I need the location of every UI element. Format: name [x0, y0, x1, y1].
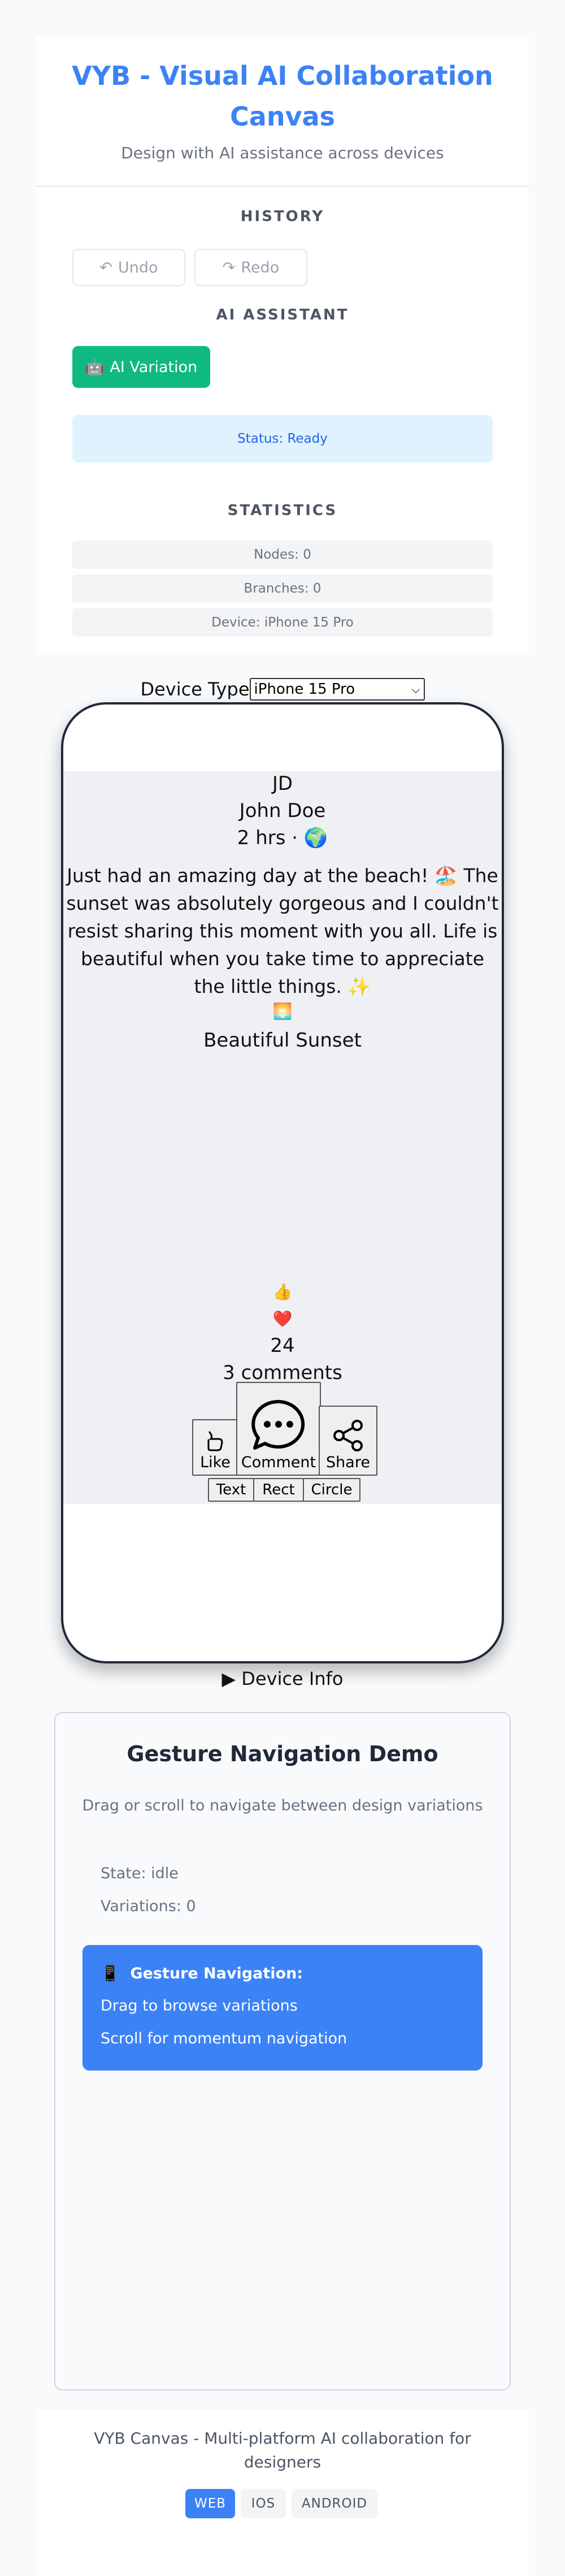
app-footer: VYB Canvas - Multi-platform AI collabora…: [36, 2410, 529, 2576]
stat-device: Device: iPhone 15 Pro: [72, 608, 493, 637]
footer-text: VYB Canvas - Multi-platform AI collabora…: [94, 2429, 471, 2471]
platform-android-button[interactable]: ANDROID: [292, 2489, 377, 2518]
phone-frame: JD John Doe 2 hrs · 🌍 Just had an amazin…: [61, 702, 504, 1663]
tool-text-button[interactable]: Text: [208, 1478, 254, 1502]
ai-variation-label: AI Variation: [110, 358, 198, 376]
share-button[interactable]: Share: [319, 1406, 377, 1476]
comment-label: Comment: [241, 1454, 316, 1471]
ai-section-title: AI ASSISTANT: [216, 306, 349, 323]
stat-nodes: Nodes: 0: [72, 541, 493, 569]
device-type-row: Device Type iPhone 15 Pro ⌵: [0, 676, 565, 702]
undo-button[interactable]: ↶ Undo: [72, 249, 185, 286]
tool-circle-button[interactable]: Circle: [303, 1478, 360, 1502]
reaction-count: 24: [270, 1334, 295, 1357]
like-button[interactable]: Like: [192, 1419, 238, 1476]
gesture-box-line-2: Scroll for momentum navigation: [101, 2030, 347, 2047]
redo-icon: ↷: [222, 258, 236, 276]
post-actions: Like Comment Share: [63, 1382, 502, 1476]
gesture-state: State: idle: [101, 1865, 179, 1882]
page-title: VYB - Visual AI Collaboration Canvas: [72, 60, 493, 132]
gesture-info-box: 📱 Gesture Navigation: Drag to browse var…: [82, 1945, 483, 2071]
platform-ios-button[interactable]: IOS: [241, 2489, 286, 2518]
like-label: Like: [200, 1454, 231, 1471]
avatar: JD: [272, 772, 293, 795]
comments-count[interactable]: 3 comments: [63, 1362, 502, 1384]
image-caption: Beautiful Sunset: [203, 1029, 362, 1052]
post-meta: 2 hrs · 🌍: [237, 827, 328, 849]
undo-icon: ↶: [99, 258, 113, 276]
thumbs-up-icon: 👍: [272, 1282, 293, 1301]
tool-rect-button[interactable]: Rect: [253, 1478, 304, 1502]
gesture-title: Gesture Navigation Demo: [127, 1741, 438, 1766]
undo-label: Undo: [118, 258, 158, 276]
history-section-title: HISTORY: [240, 208, 325, 225]
stat-branches: Branches: 0: [72, 574, 493, 603]
share-label: Share: [326, 1454, 370, 1471]
chevron-down-icon: ⌵: [411, 682, 420, 696]
gesture-demo-card[interactable]: Gesture Navigation Demo Drag or scroll t…: [54, 1712, 511, 2391]
phone-screen: JD John Doe 2 hrs · 🌍 Just had an amazin…: [63, 771, 502, 1504]
post-text: Just had an amazing day at the beach! 🏖️…: [66, 865, 499, 997]
device-type-select[interactable]: iPhone 15 Pro ⌵: [249, 678, 425, 701]
device-type-selected: iPhone 15 Pro: [254, 681, 355, 698]
sunset-image-icon: 🌅: [272, 1002, 293, 1021]
page-subtitle: Design with AI assistance across devices: [121, 144, 444, 162]
comment-icon: [251, 1399, 305, 1450]
statistics-section-title: STATISTICS: [227, 502, 338, 519]
device-info-toggle[interactable]: ▶ Device Info: [0, 1668, 565, 1689]
status-message: Status: Ready: [72, 415, 493, 463]
toolbar-panel: HISTORY ↶ Undo ↷ Redo AI ASSISTANT 🤖 AI …: [36, 188, 529, 655]
ai-variation-button[interactable]: 🤖 AI Variation: [72, 346, 210, 388]
canvas-tools: Text Rect Circle: [63, 1478, 502, 1502]
robot-icon: 🤖: [85, 358, 105, 376]
platform-web-button[interactable]: WEB: [185, 2489, 235, 2518]
like-icon: [207, 1431, 223, 1451]
share-icon: [333, 1420, 363, 1451]
gesture-box-line-1: Drag to browse variations: [101, 1997, 298, 2015]
redo-label: Redo: [241, 258, 280, 276]
comment-button[interactable]: Comment: [236, 1382, 321, 1476]
post-author: John Doe: [239, 799, 326, 822]
gesture-variations: Variations: 0: [101, 1898, 196, 1915]
gesture-box-header: 📱 Gesture Navigation:: [101, 1964, 303, 1982]
device-type-label: Device Type: [140, 678, 250, 700]
gesture-box-title: Gesture Navigation:: [130, 1965, 303, 1982]
redo-button[interactable]: ↷ Redo: [194, 249, 307, 286]
phone-icon: 📱: [101, 1965, 120, 1982]
app-header: VYB - Visual AI Collaboration Canvas Des…: [36, 36, 529, 187]
heart-icon: ❤️: [272, 1309, 293, 1328]
gesture-description: Drag or scroll to navigate between desig…: [82, 1797, 483, 1814]
